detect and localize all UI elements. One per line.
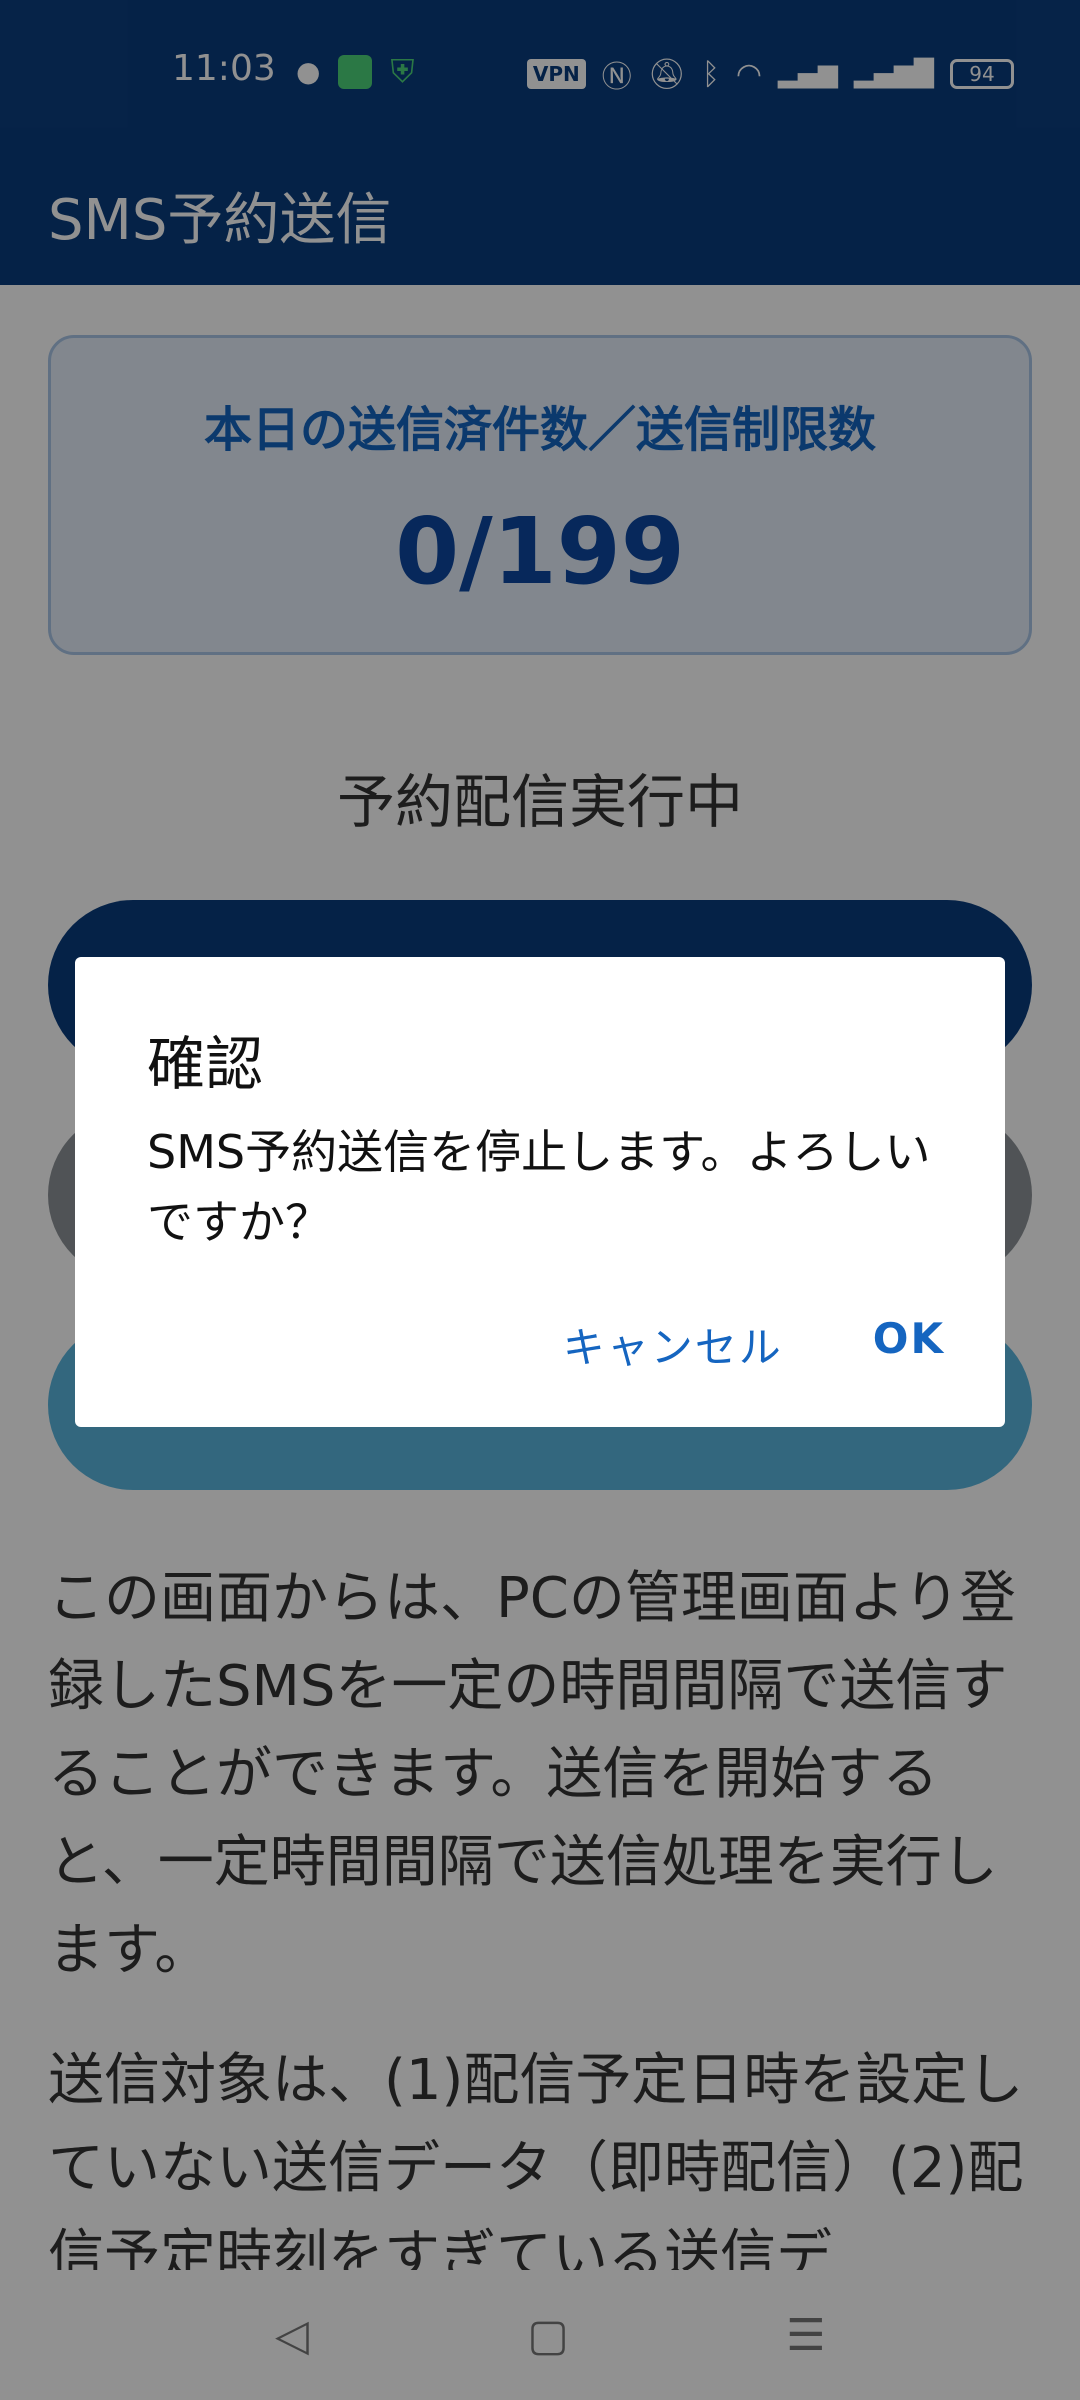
dialog-actions: キャンセル OK <box>563 1314 945 1375</box>
confirm-dialog: 確認 SMS予約送信を停止します。よろしいですか？ キャンセル OK <box>75 957 1005 1427</box>
cancel-button[interactable]: キャンセル <box>563 1314 783 1375</box>
dialog-title: 確認 <box>147 1030 264 1098</box>
ok-button[interactable]: OK <box>873 1314 945 1375</box>
dialog-message: SMS予約送信を停止します。よろしいですか？ <box>147 1125 931 1249</box>
